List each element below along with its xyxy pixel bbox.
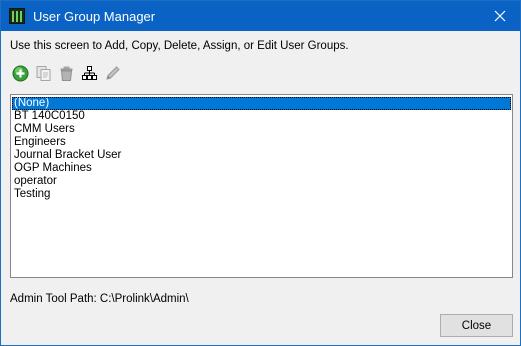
user-group-manager-window: User Group Manager Use this screen to Ad… [0, 0, 521, 346]
assign-icon [82, 66, 97, 80]
copy-icon [36, 66, 51, 81]
delete-icon [60, 66, 73, 81]
window-close-button[interactable] [480, 1, 520, 31]
admin-tool-path: Admin Tool Path: C:\Prolink\Admin\ [10, 293, 189, 305]
instructions-text: Use this screen to Add, Copy, Delete, As… [10, 40, 349, 52]
list-item[interactable]: Testing [12, 188, 511, 201]
edit-group-button[interactable] [102, 63, 123, 84]
list-item[interactable]: Journal Bracket User [12, 149, 511, 162]
delete-group-button[interactable] [56, 63, 77, 84]
list-item[interactable]: operator [12, 175, 511, 188]
user-groups-list[interactable]: (None) BT 140C0150 CMM Users Engineers J… [10, 94, 513, 278]
add-icon [12, 65, 29, 82]
app-icon [9, 8, 25, 24]
add-group-button[interactable] [10, 63, 31, 84]
copy-group-button[interactable] [33, 63, 54, 84]
list-item[interactable]: OGP Machines [12, 162, 511, 175]
list-item-none[interactable]: (None) [12, 97, 511, 110]
list-item[interactable]: CMM Users [12, 123, 511, 136]
assign-group-button[interactable] [79, 63, 100, 84]
list-item[interactable]: BT 140C0150 [12, 110, 511, 123]
list-item[interactable]: Engineers [12, 136, 511, 149]
close-icon [494, 10, 506, 22]
close-button[interactable]: Close [440, 314, 513, 337]
toolbar [10, 63, 123, 85]
title-bar[interactable]: User Group Manager [1, 1, 520, 31]
window-title: User Group Manager [33, 9, 156, 24]
edit-icon [106, 66, 120, 80]
